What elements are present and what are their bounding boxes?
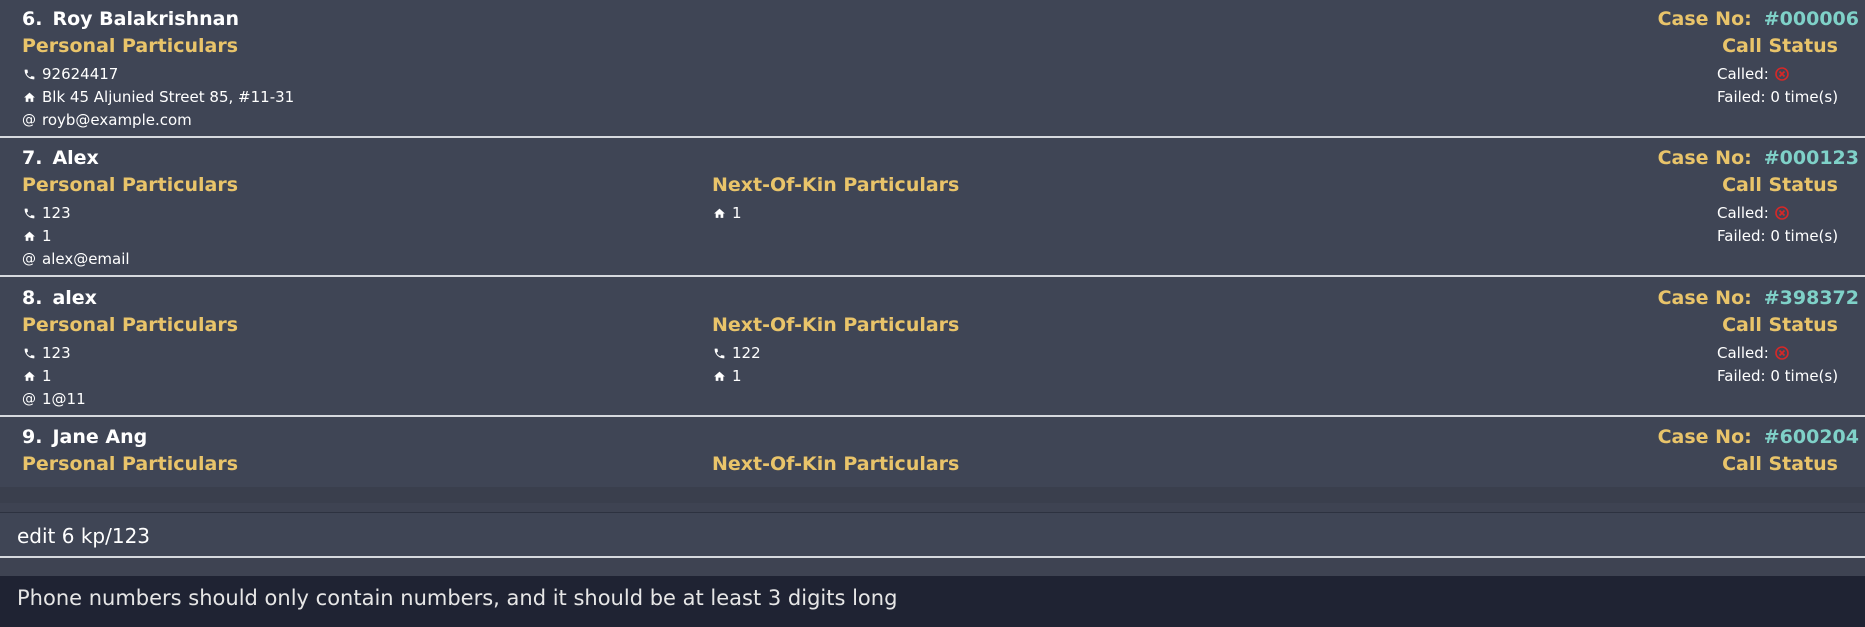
person-card[interactable]: 6. Roy Balakrishnan Case No: #000006 Perso… bbox=[0, 0, 1865, 138]
called-status: Called: bbox=[1717, 344, 1789, 362]
result-message: Phone numbers should only contain number… bbox=[17, 586, 898, 610]
person-index: 9. bbox=[22, 426, 43, 448]
person-card[interactable]: 9. Jane Ang Case No: #600204 Personal Part… bbox=[0, 418, 1865, 487]
address-value: 1 bbox=[42, 367, 52, 385]
nok-address-value: 1 bbox=[732, 367, 742, 385]
person-list[interactable]: 6. Roy Balakrishnan Case No: #000006 Perso… bbox=[0, 0, 1865, 487]
call-status-title: Call Status bbox=[1722, 174, 1838, 196]
person-name: 7. Alex bbox=[22, 147, 99, 169]
address-row: Blk 45 Aljunied Street 85, #11-31 bbox=[22, 88, 294, 106]
nok-phone-value: 122 bbox=[732, 344, 761, 362]
person-index: 7. bbox=[22, 147, 43, 169]
email-row: @ alex@email bbox=[22, 250, 130, 268]
call-status-title: Call Status bbox=[1722, 453, 1838, 475]
x-circle-icon bbox=[1775, 67, 1789, 81]
person-name: 8. alex bbox=[22, 287, 97, 309]
at-icon: @ bbox=[22, 251, 36, 267]
phone-icon bbox=[22, 206, 36, 220]
phone-row: 123 bbox=[22, 204, 71, 222]
email-value: royb@example.com bbox=[42, 111, 192, 129]
at-icon: @ bbox=[22, 391, 36, 407]
person-index: 8. bbox=[22, 287, 43, 309]
failed-count: Failed: 0 time(s) bbox=[1717, 227, 1839, 245]
person-name-text: Roy Balakrishnan bbox=[52, 8, 240, 30]
failed-count: Failed: 0 time(s) bbox=[1717, 367, 1839, 385]
email-row: @ royb@example.com bbox=[22, 111, 192, 129]
phone-row: 123 bbox=[22, 344, 71, 362]
result-display: Phone numbers should only contain number… bbox=[0, 576, 1865, 627]
phone-value: 92624417 bbox=[42, 65, 119, 83]
phone-value: 123 bbox=[42, 204, 71, 222]
case-number-label: Case No: bbox=[1657, 8, 1752, 30]
case-number-value: #600204 bbox=[1763, 426, 1859, 448]
called-status: Called: bbox=[1717, 204, 1789, 222]
case-number-label: Case No: bbox=[1657, 147, 1752, 169]
phone-icon bbox=[712, 346, 726, 360]
next-of-kin-title: Next-Of-Kin Particulars bbox=[712, 453, 960, 475]
case-number: Case No: #000006 bbox=[1658, 8, 1859, 30]
case-number: Case No: #000123 bbox=[1658, 147, 1859, 169]
phone-icon bbox=[22, 346, 36, 360]
home-icon bbox=[22, 90, 36, 104]
email-row: @ 1@11 bbox=[22, 390, 86, 408]
list-bottom-gap bbox=[0, 487, 1865, 503]
called-label: Called: bbox=[1717, 65, 1769, 83]
person-card[interactable]: 8. alex Case No: #398372 Personal Particul… bbox=[0, 279, 1865, 417]
home-icon bbox=[22, 229, 36, 243]
case-number-label: Case No: bbox=[1657, 426, 1752, 448]
called-label: Called: bbox=[1717, 204, 1769, 222]
person-card[interactable]: 7. Alex Case No: #000123 Personal Particul… bbox=[0, 139, 1865, 277]
person-name: 9. Jane Ang bbox=[22, 426, 147, 448]
address-value: Blk 45 Aljunied Street 85, #11-31 bbox=[42, 88, 295, 106]
x-circle-icon bbox=[1775, 346, 1789, 360]
case-number-value: #398372 bbox=[1763, 287, 1859, 309]
nok-address-row: 1 bbox=[712, 367, 742, 385]
address-value: 1 bbox=[42, 227, 52, 245]
case-number-value: #000006 bbox=[1763, 8, 1859, 30]
phone-value: 123 bbox=[42, 344, 71, 362]
called-status: Called: bbox=[1717, 65, 1789, 83]
case-number: Case No: #398372 bbox=[1658, 287, 1859, 309]
person-name: 6. Roy Balakrishnan bbox=[22, 8, 239, 30]
home-icon bbox=[712, 369, 726, 383]
next-of-kin-title: Next-Of-Kin Particulars bbox=[712, 314, 960, 336]
nok-phone-row: 122 bbox=[712, 344, 761, 362]
called-label: Called: bbox=[1717, 344, 1769, 362]
phone-row: 92624417 bbox=[22, 65, 118, 83]
case-number: Case No: #600204 bbox=[1658, 426, 1859, 448]
call-status-title: Call Status bbox=[1722, 314, 1838, 336]
email-value: 1@11 bbox=[42, 390, 86, 408]
at-icon: @ bbox=[22, 112, 36, 128]
personal-particulars-title: Personal Particulars bbox=[22, 35, 239, 57]
nok-address-value: 1 bbox=[732, 204, 742, 222]
call-status-title: Call Status bbox=[1722, 35, 1838, 57]
phone-icon bbox=[22, 67, 36, 81]
command-input[interactable]: edit 6 kp/123 bbox=[17, 524, 150, 548]
home-icon bbox=[22, 369, 36, 383]
command-box[interactable]: edit 6 kp/123 bbox=[0, 512, 1865, 558]
address-row: 1 bbox=[22, 227, 52, 245]
address-row: 1 bbox=[22, 367, 52, 385]
next-of-kin-title: Next-Of-Kin Particulars bbox=[712, 174, 960, 196]
personal-particulars-title: Personal Particulars bbox=[22, 453, 239, 475]
case-number-label: Case No: bbox=[1657, 287, 1752, 309]
case-number-value: #000123 bbox=[1763, 147, 1859, 169]
personal-particulars-title: Personal Particulars bbox=[22, 314, 239, 336]
home-icon bbox=[712, 206, 726, 220]
person-name-text: Alex bbox=[52, 147, 99, 169]
nok-address-row: 1 bbox=[712, 204, 742, 222]
person-name-text: alex bbox=[52, 287, 97, 309]
personal-particulars-title: Personal Particulars bbox=[22, 174, 239, 196]
person-name-text: Jane Ang bbox=[52, 426, 148, 448]
failed-count: Failed: 0 time(s) bbox=[1717, 88, 1839, 106]
x-circle-icon bbox=[1775, 206, 1789, 220]
email-value: alex@email bbox=[42, 250, 130, 268]
person-index: 6. bbox=[22, 8, 43, 30]
